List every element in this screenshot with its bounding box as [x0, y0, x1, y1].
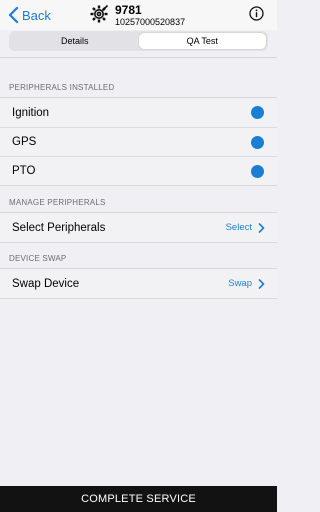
- back-label: Back: [22, 7, 51, 23]
- swap-device-label: Swap Device: [12, 277, 80, 290]
- chevron-right-icon: [258, 278, 265, 289]
- select-action-label: Select: [225, 222, 252, 233]
- section-header-device-swap: DEVICE SWAP: [9, 254, 67, 263]
- list-item-gps: GPS: [0, 127, 277, 156]
- select-peripherals-row[interactable]: Select Peripherals Select: [0, 213, 277, 242]
- status-dot-icon: [251, 165, 264, 178]
- chevron-right-icon: [258, 222, 265, 233]
- peripherals-installed-list: Ignition GPS PTO: [0, 97, 277, 186]
- select-peripherals-action[interactable]: Select: [226, 213, 265, 242]
- tab-details[interactable]: Details: [11, 33, 139, 49]
- chevron-left-icon: [8, 7, 19, 23]
- tab-qa-test[interactable]: QA Test: [138, 33, 266, 49]
- nav-header: Back 9781 10257000520837: [0, 0, 277, 30]
- select-peripherals-label: Select Peripherals: [12, 221, 106, 234]
- back-button[interactable]: Back: [8, 6, 51, 24]
- section-header-peripherals-installed: PERIPHERALS INSTALLED: [9, 83, 115, 92]
- info-icon[interactable]: [249, 6, 264, 21]
- divider: [0, 57, 277, 58]
- peripheral-label: GPS: [12, 136, 37, 148]
- swap-device-row[interactable]: Swap Device Swap: [0, 269, 277, 298]
- list-item-ignition: Ignition: [0, 98, 277, 127]
- list-item-pto: PTO: [0, 156, 277, 185]
- status-dot-icon: [251, 136, 264, 149]
- segmented-control: Details QA Test: [9, 31, 268, 51]
- peripheral-label: Ignition: [12, 106, 50, 119]
- section-header-manage-peripherals: MANAGE PERIPHERALS: [9, 198, 106, 207]
- asset-serial: 10257000520837: [115, 17, 186, 27]
- asset-title: 9781: [115, 3, 142, 17]
- status-dot-icon: [251, 106, 264, 119]
- peripheral-label: PTO: [12, 165, 36, 177]
- swap-device-action[interactable]: Swap: [228, 269, 265, 298]
- swap-action-label: Swap: [228, 278, 252, 289]
- gear-wrench-icon: [90, 4, 109, 23]
- complete-service-button[interactable]: COMPLETE SERVICE: [0, 486, 277, 512]
- device-swap-list: Swap Device Swap: [0, 268, 277, 299]
- manage-peripherals-list: Select Peripherals Select: [0, 212, 277, 243]
